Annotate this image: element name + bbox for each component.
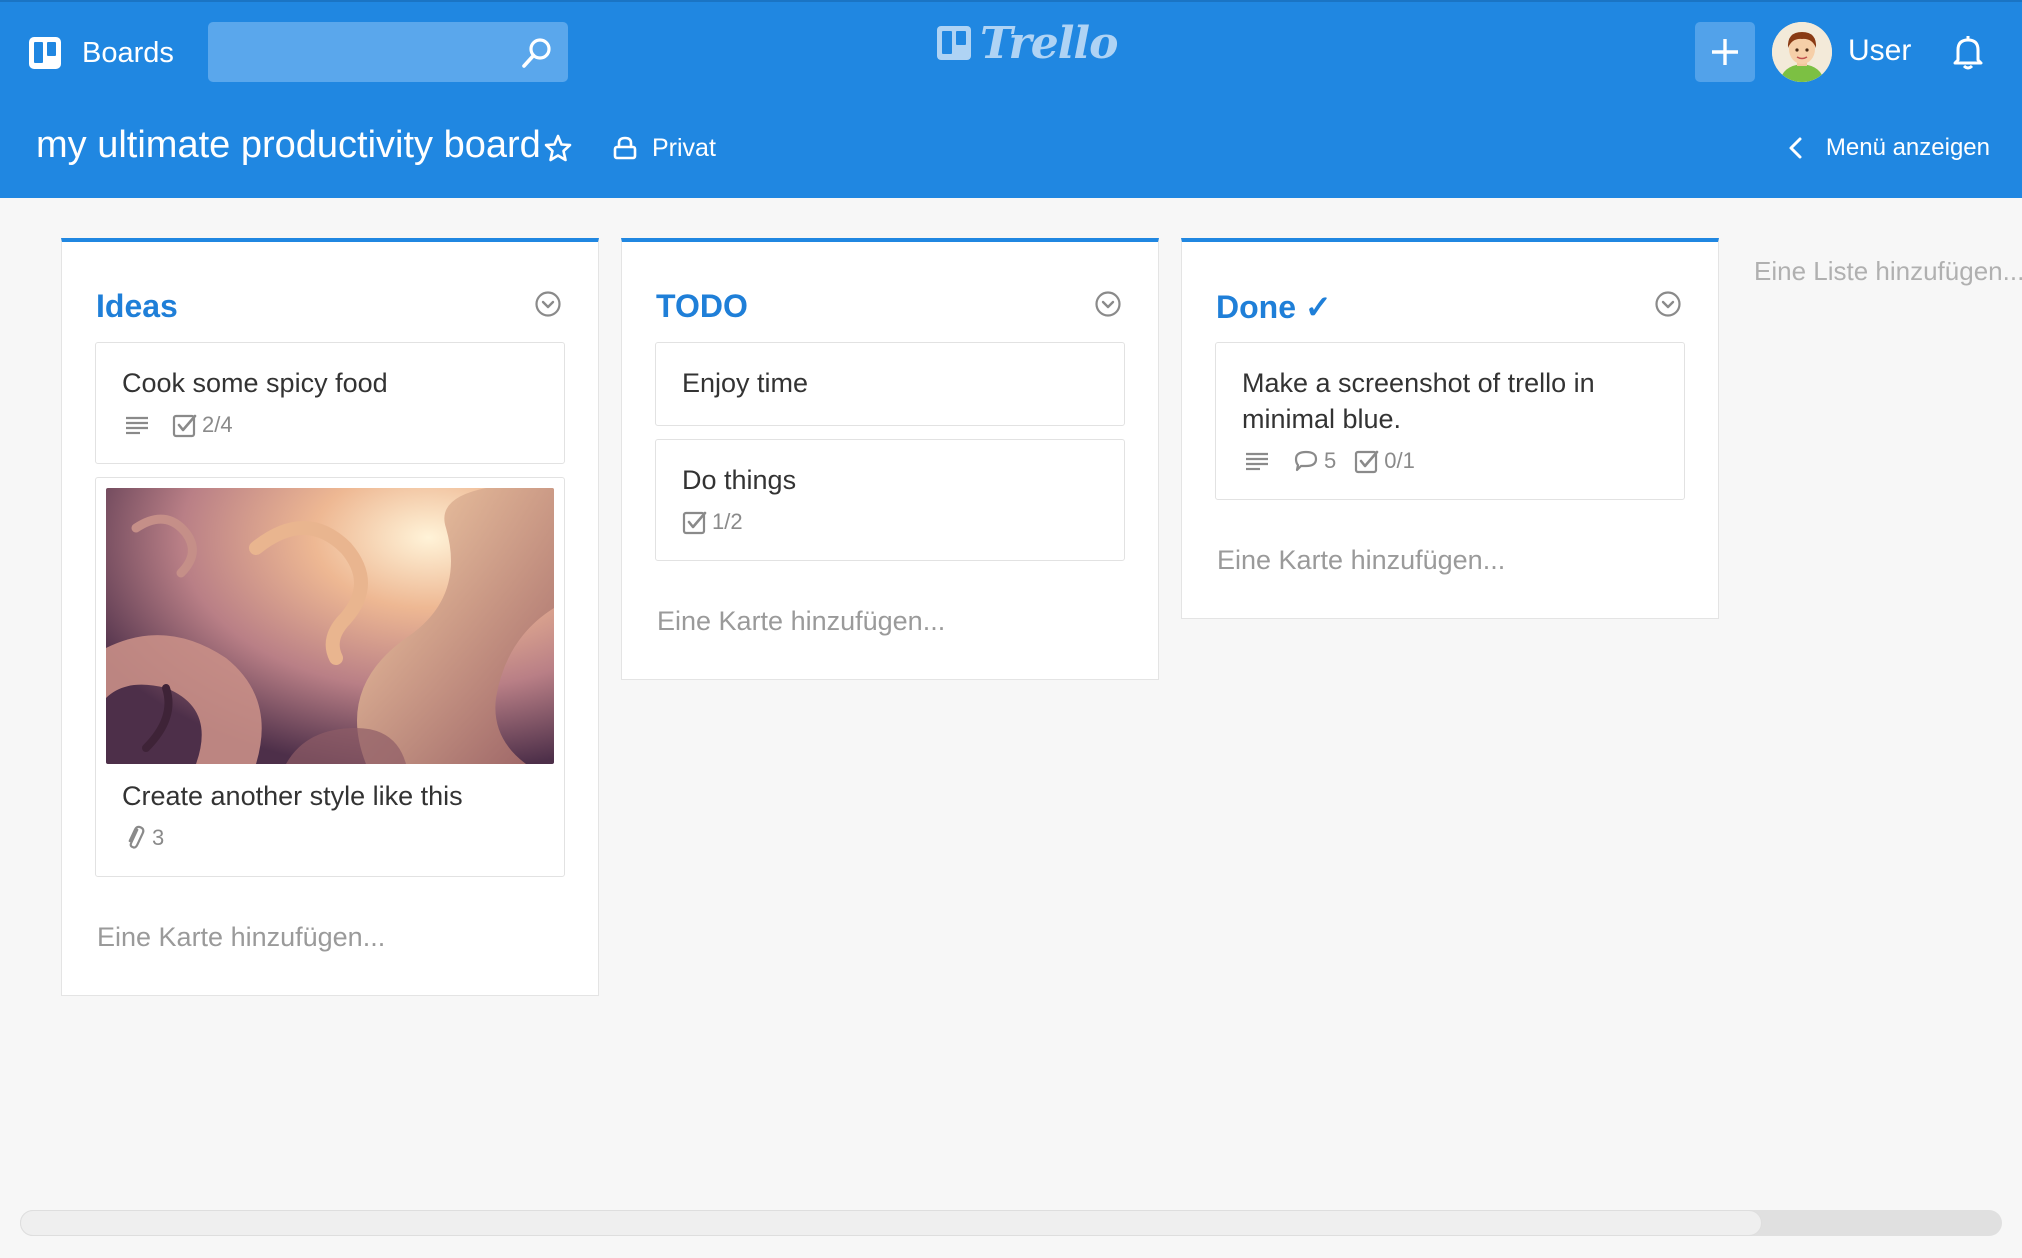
add-card-button[interactable]: Eine Karte hinzufügen... [62,890,598,995]
list-title[interactable]: Ideas [96,288,178,325]
description-icon [1246,452,1268,471]
card-title: Cook some spicy food [122,368,388,398]
list-title[interactable]: Done ✓ [1216,288,1332,326]
trello-logo[interactable]: Trello [936,17,1118,69]
checklist-badge: 2/4 [172,412,233,438]
checklist-count: 2/4 [202,412,233,437]
card-list: Cook some spicy food 2/4 Create another … [62,342,598,877]
card-badges: 2/4 [122,411,538,439]
card-title: Create another style like this [122,781,463,811]
card-make-a-screenshot[interactable]: Make a screenshot of trello in minimal b… [1215,342,1685,500]
attachment-count: 3 [152,825,165,850]
boards-icon [28,36,62,70]
user-name[interactable]: User [1848,34,1911,68]
show-menu-label: Menü anzeigen [1825,134,1990,161]
boards-button[interactable]: Boards [28,26,174,80]
list-done: Done ✓ Make a screenshot of trello in mi… [1181,238,1719,619]
card-badges: 5 0/1 [1242,447,1658,475]
checklist-icon [1355,450,1379,474]
attachment-icon [128,825,145,849]
card-list: Enjoy time Do things 1/2 [622,342,1158,561]
list-header: Done ✓ [1182,242,1718,342]
visibility-label: Privat [652,133,716,162]
trello-logo-icon [936,25,972,61]
card-cook-some-spicy-food[interactable]: Cook some spicy food 2/4 [95,342,565,464]
comment-icon [1294,450,1318,472]
avatar[interactable] [1772,22,1832,82]
plus-icon [1712,39,1738,65]
description-badge [1242,449,1274,473]
scrollbar-thumb[interactable] [20,1210,1762,1236]
visibility-button[interactable]: Privat [612,130,716,166]
comment-badge: 5 [1292,448,1336,474]
chevron-down-circle-icon[interactable] [534,290,562,318]
card-title: Make a screenshot of trello in minimal b… [1242,368,1595,434]
board-title[interactable]: my ultimate productivity board [36,124,541,167]
card-list: Make a screenshot of trello in minimal b… [1182,342,1718,500]
attachment-badge: 3 [122,825,164,851]
card-enjoy-time[interactable]: Enjoy time [655,342,1125,426]
checklist-icon [682,511,707,535]
list-header: Ideas [62,242,598,342]
header: Boards Trello User my ultimate productiv… [0,0,2022,198]
list-todo: TODO Enjoy time Do things 1/2 Eine Karte… [621,238,1159,680]
add-list-button[interactable]: Eine Liste hinzufügen... [1754,256,2022,287]
show-menu-button[interactable]: Menü anzeigen [1786,130,1990,166]
card-title: Do things [682,465,797,495]
checklist-count: 0/1 [1384,448,1415,473]
add-card-button[interactable]: Eine Karte hinzufügen... [1182,513,1718,618]
chevron-left-icon [1786,136,1806,160]
comment-count: 5 [1324,448,1337,473]
card-badges: 1/2 [682,508,1098,536]
chevron-down-circle-icon[interactable] [1654,290,1682,318]
search-icon[interactable] [520,36,554,70]
horizontal-scrollbar[interactable] [20,1210,2002,1236]
card-badges: 3 [106,824,554,852]
chevron-down-circle-icon[interactable] [1094,290,1122,318]
checklist-badge: 0/1 [1354,448,1415,474]
card-cover-image [106,488,554,764]
boards-label: Boards [82,36,174,69]
description-badge [122,413,154,437]
lock-icon [612,135,638,161]
search-input[interactable] [222,30,506,76]
trello-logo-text: Trello [980,17,1118,69]
checklist-icon [172,414,197,438]
list-header: TODO [622,242,1158,342]
add-button[interactable] [1695,22,1755,82]
add-card-button[interactable]: Eine Karte hinzufügen... [622,574,1158,679]
card-do-things[interactable]: Do things 1/2 [655,439,1125,561]
list-ideas: Ideas Cook some spicy food 2/4 Create an… [61,238,599,996]
search-box[interactable] [208,22,568,82]
card-create-another-style[interactable]: Create another style like this 3 [95,477,565,877]
bell-icon[interactable] [1948,32,1988,72]
card-title: Enjoy time [682,368,809,398]
checklist-count: 1/2 [712,509,743,534]
star-icon[interactable] [544,134,572,162]
topbar-divider [0,0,2022,2]
checklist-badge: 1/2 [682,509,743,535]
description-icon [126,416,148,435]
list-title[interactable]: TODO [656,288,748,325]
